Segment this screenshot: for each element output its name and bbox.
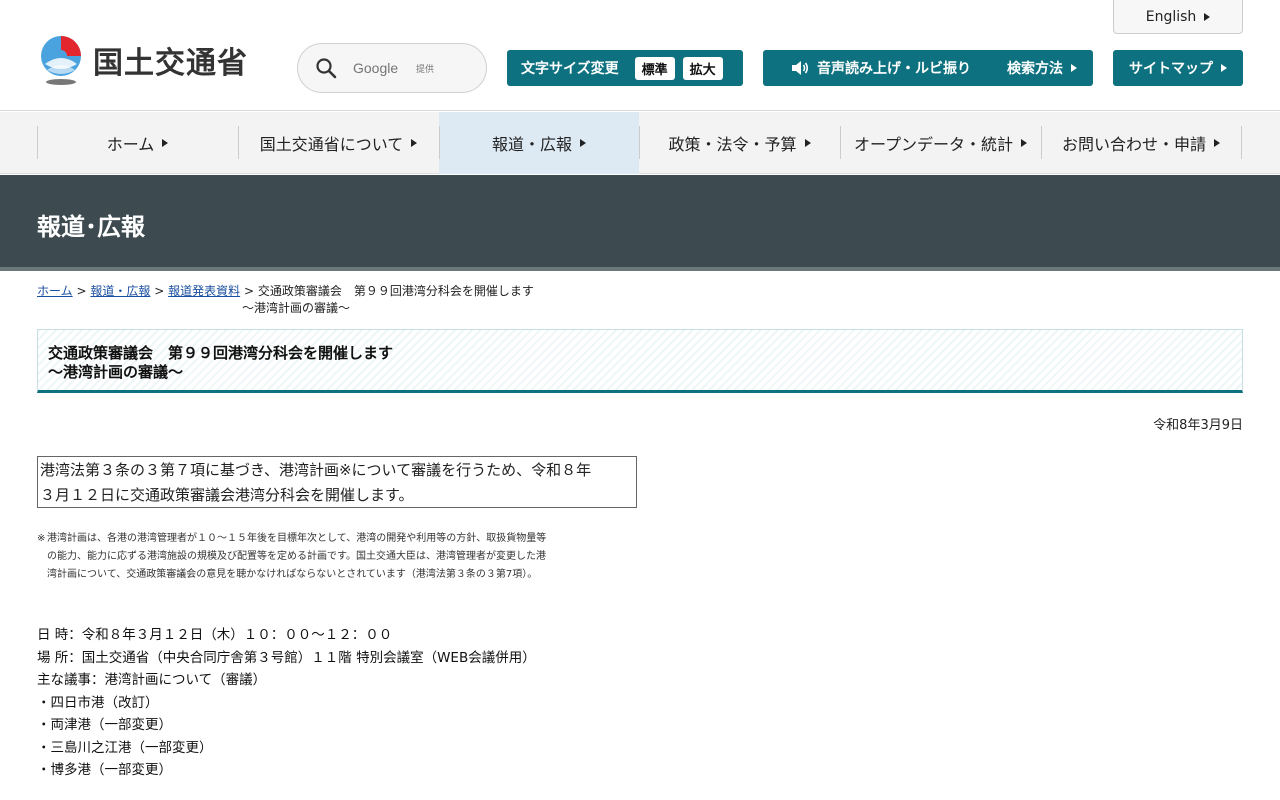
- breadcrumb-separator: >: [76, 284, 87, 298]
- nav-item-label: 国土交通省について: [259, 135, 404, 154]
- nav-divider: [639, 126, 640, 159]
- sitemap-label: サイトマップ: [1129, 61, 1213, 77]
- font-size-standard-button[interactable]: 標準: [634, 56, 675, 80]
- page-title-line2: ～港湾計画の審議～: [48, 363, 184, 381]
- english-label: English: [1145, 8, 1197, 25]
- sitemap-button[interactable]: サイトマップ: [1113, 50, 1243, 86]
- breadcrumb-news-link[interactable]: 報道・広報: [90, 284, 150, 298]
- summary-line: 港湾法第３条の３第７項に基づき、港湾計画※について審議を行うため、令和８年: [40, 461, 592, 479]
- read-aloud-label: 音声読み上げ・ルビ振り: [817, 61, 971, 77]
- detail-line: ・両津港（一部変更）: [37, 717, 172, 733]
- nav-item-label: 報道・広報: [491, 135, 572, 154]
- arrow-right-icon: [1221, 64, 1227, 72]
- footnote: ※ 港湾計画は、各港の港湾管理者が１０～１５年後を目標年次として、港湾の開発や利…: [37, 530, 549, 584]
- speaker-icon: [792, 61, 809, 75]
- search-method-label: 検索方法: [1007, 61, 1063, 77]
- site-header: 国土交通省 提供 English 文字サイズ変更 標準 拡大 音声読み上げ・ルビ…: [0, 0, 1280, 111]
- font-size-label: 文字サイズ変更: [521, 61, 619, 77]
- footnote-text: 港湾計画は、各港の港湾管理者が１０～１５年後を目標年次として、港湾の開発や利用等…: [47, 533, 547, 580]
- nav-item-label: 政策・法令・予算: [668, 135, 797, 154]
- detail-line: ・四日市港（改訂）: [37, 694, 159, 711]
- search-method-button[interactable]: 検索方法: [991, 50, 1093, 86]
- nav-divider: [439, 126, 440, 159]
- detail-line: ・三島川之江港（一部変更）: [37, 739, 213, 756]
- arrow-right-icon: [804, 139, 811, 147]
- nav-item-about[interactable]: 国土交通省について: [238, 112, 439, 174]
- nav-item-contact[interactable]: お問い合わせ・申請: [1041, 112, 1241, 174]
- breadcrumb-current: 交通政策審議会 第９９回港湾分科会を開催します: [257, 284, 534, 298]
- read-aloud-button[interactable]: 音声読み上げ・ルビ振り: [763, 50, 999, 86]
- breadcrumb: ホーム > 報道・広報 > 報道発表資料 > 交通政策審議会 第９９回港湾分科会…: [37, 283, 534, 317]
- breadcrumb-press-link[interactable]: 報道発表資料: [168, 284, 240, 298]
- font-size-switcher: 文字サイズ変更 標準 拡大: [507, 50, 743, 86]
- summary-line: ３月１２日に交通政策審議会港湾分科会を開催します。: [40, 486, 414, 504]
- nav-item-label: お問い合わせ・申請: [1061, 135, 1206, 154]
- footnote-mark: ※: [37, 533, 46, 544]
- nav-item-label: ホーム: [106, 135, 155, 154]
- search-box[interactable]: 提供: [297, 43, 487, 93]
- section-title: 報道･広報: [37, 213, 145, 241]
- detail-line: 場 所：国土交通省（中央合同庁舎第３号館）１１階 特別会議室（WEB会議併用）: [37, 649, 536, 666]
- nav-divider: [1241, 126, 1242, 159]
- breadcrumb-current-subtitle: ～港湾計画の審議～: [242, 301, 351, 315]
- arrow-right-icon: [1204, 12, 1211, 21]
- font-size-large-button[interactable]: 拡大: [682, 56, 723, 80]
- nav-divider: [238, 126, 239, 159]
- article-summary: 港湾法第３条の３第７項に基づき、港湾計画※について審議を行うため、令和８年 ３月…: [37, 456, 637, 508]
- site-name: 国土交通省: [93, 46, 248, 81]
- section-banner: 報道･広報: [0, 175, 1280, 267]
- arrow-right-icon: [411, 139, 418, 147]
- nav-item-opendata[interactable]: オープンデータ・統計: [840, 112, 1041, 174]
- arrow-right-icon: [162, 139, 169, 147]
- detail-line: ・博多港（一部変更）: [37, 762, 172, 778]
- page-title: 交通政策審議会 第９９回港湾分科会を開催します ～港湾計画の審議～: [48, 344, 393, 382]
- nav-divider: [1041, 126, 1042, 159]
- english-button[interactable]: English: [1113, 0, 1243, 34]
- nav-item-news[interactable]: 報道・広報: [439, 112, 639, 174]
- nav-item-home[interactable]: ホーム: [37, 112, 238, 174]
- detail-line: 日 時：令和８年３月１２日（木）１０：００～１２：００: [37, 627, 393, 643]
- page-title-line1: 交通政策審議会 第９９回港湾分科会を開催します: [48, 344, 394, 362]
- article-title-box: 交通政策審議会 第９９回港湾分科会を開催します ～港湾計画の審議～: [37, 329, 1243, 393]
- arrow-right-icon: [580, 139, 586, 147]
- breadcrumb-separator: >: [154, 284, 165, 298]
- nav-divider: [37, 126, 38, 159]
- detail-line: 主な議事：港湾計画について（審議）: [37, 672, 267, 688]
- search-provided-label: 提供: [416, 65, 435, 75]
- site-logo[interactable]: 国土交通省: [37, 34, 248, 86]
- arrow-right-icon: [1021, 139, 1028, 147]
- meeting-details: 日 時：令和８年３月１２日（木）１０：００～１２：００ 場 所：国土交通省（中央…: [37, 624, 536, 782]
- global-nav: ホーム 国土交通省について 報道・広報 政策・法令・予算 オープンデータ・統計 …: [0, 112, 1280, 174]
- arrow-right-icon: [1214, 139, 1220, 147]
- nav-item-label: オープンデータ・統計: [853, 135, 1014, 154]
- nav-divider: [840, 126, 841, 159]
- mlit-logo-icon: [41, 36, 81, 85]
- banner-divider: [0, 267, 1280, 271]
- publish-date: 令和8年3月9日: [1153, 418, 1243, 433]
- breadcrumb-separator: >: [243, 284, 254, 298]
- search-icon[interactable]: [315, 57, 337, 79]
- arrow-right-icon: [1071, 64, 1077, 72]
- breadcrumb-home-link[interactable]: ホーム: [37, 284, 73, 298]
- nav-item-policy[interactable]: 政策・法令・予算: [639, 112, 840, 174]
